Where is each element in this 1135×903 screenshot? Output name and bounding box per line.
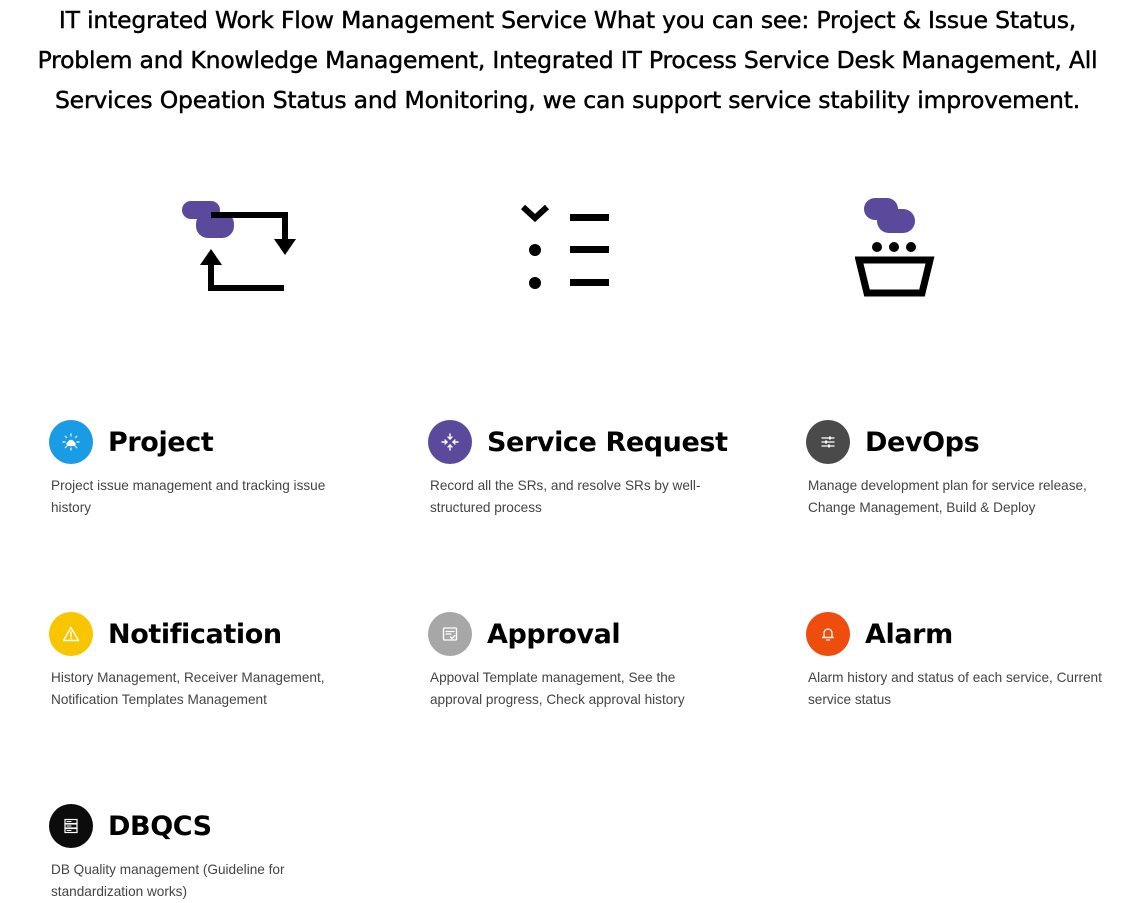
headline-line-3: Services Opeation Status and Monitoring,… xyxy=(54,86,1081,114)
feature-title: Alarm xyxy=(865,618,953,650)
document-check-icon xyxy=(428,612,472,656)
bell-icon xyxy=(806,612,850,656)
feature-description: History Management, Receiver Management,… xyxy=(51,670,325,707)
headline-line-1: IT integrated Work Flow Management Servi… xyxy=(58,6,1077,34)
page-headline: IT integrated Work Flow Management Servi… xyxy=(0,0,1135,120)
feature-title: Project xyxy=(108,426,214,458)
feature-description: Project issue management and tracking is… xyxy=(51,478,326,515)
sliders-icon xyxy=(806,420,850,464)
feature-description: Record all the SRs, and resolve SRs by w… xyxy=(430,478,701,515)
feature-title: DevOps xyxy=(865,426,980,458)
feature-dbqcs: DBQCS DB Quality management (Guideline f… xyxy=(49,804,369,903)
database-server-icon xyxy=(49,804,93,848)
feature-devops: DevOps Manage development plan for servi… xyxy=(806,420,1126,519)
feature-project: Project Project issue management and tra… xyxy=(49,420,369,519)
headline-line-2: Problem and Knowledge Management, Integr… xyxy=(37,46,1098,74)
process-list-icon xyxy=(520,204,609,289)
feature-description: Alarm history and status of each service… xyxy=(808,670,1102,707)
arrows-converge-icon xyxy=(428,420,472,464)
feature-service-request: Service Request Record all the SRs, and … xyxy=(428,420,748,519)
workflow-cycle-icon xyxy=(182,201,296,291)
service-operation-icon xyxy=(855,198,935,297)
feature-title: Approval xyxy=(487,618,621,650)
feature-title: Notification xyxy=(108,618,282,650)
feature-notification: Notification History Management, Receive… xyxy=(49,612,369,711)
feature-description: DB Quality management (Guideline for sta… xyxy=(51,862,285,899)
warning-icon xyxy=(49,612,93,656)
feature-description: Manage development plan for service rele… xyxy=(808,478,1087,515)
feature-approval: Approval Appoval Template management, Se… xyxy=(428,612,748,711)
feature-title: DBQCS xyxy=(108,810,212,842)
cloud-sparkle-icon xyxy=(49,420,93,464)
feature-alarm: Alarm Alarm history and status of each s… xyxy=(806,612,1126,711)
feature-description: Appoval Template management, See the app… xyxy=(430,670,685,707)
feature-title: Service Request xyxy=(487,426,728,458)
